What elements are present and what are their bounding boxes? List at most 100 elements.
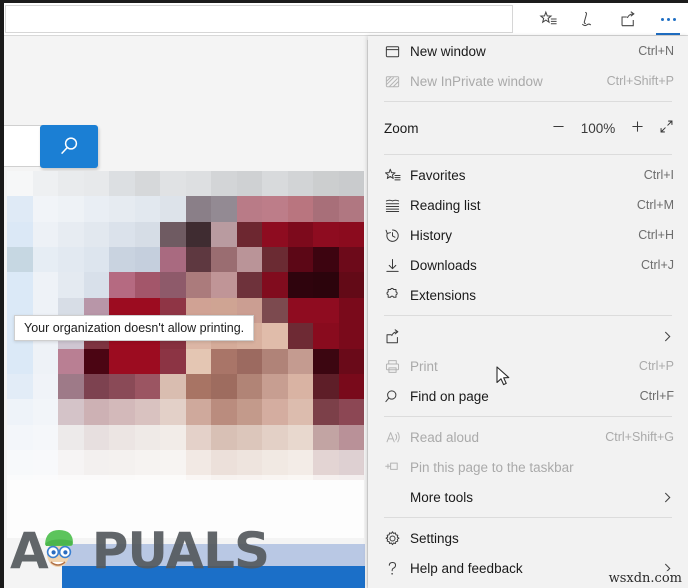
mosaic-tile — [134, 221, 160, 248]
mosaic-tile — [32, 196, 58, 222]
mosaic-tile — [134, 196, 160, 222]
print-disabled-tooltip: Your organization doesn't allow printing… — [14, 315, 255, 341]
mosaic-tile — [338, 348, 364, 374]
mosaic-tile — [109, 449, 135, 476]
mosaic-tile — [160, 373, 186, 400]
mosaic-tile — [313, 247, 339, 273]
mosaic-tile — [236, 424, 262, 450]
mosaic-tile — [185, 272, 211, 298]
downloads-arrow-icon — [386, 258, 399, 272]
history-clock-icon — [385, 229, 399, 242]
mosaic-tile — [185, 373, 211, 400]
mosaic-tile — [83, 171, 109, 197]
zoom-row: Zoom 100% — [368, 107, 688, 149]
menu-divider — [384, 416, 672, 417]
search-button[interactable] — [40, 125, 98, 168]
mosaic-tile — [109, 196, 135, 222]
mosaic-tile — [83, 424, 109, 450]
menu-item-pin-this-page-to-the-taskbar: Pin this page to the taskbar — [368, 452, 688, 482]
menu-item-label: Downloads — [410, 257, 477, 273]
reading-list-icon — [384, 197, 410, 214]
menu-item-history[interactable]: History Ctrl+H — [368, 220, 688, 250]
menu-item-extensions[interactable]: Extensions — [368, 280, 688, 310]
mosaic-tile — [287, 221, 313, 248]
mosaic-tile — [313, 399, 339, 425]
mosaic-tile — [160, 272, 186, 298]
mosaic-tile — [134, 247, 160, 273]
fullscreen-button[interactable] — [659, 119, 674, 137]
search-input[interactable] — [4, 125, 44, 167]
share-icon[interactable] — [608, 3, 648, 36]
menu-item-label: Favorites — [410, 167, 466, 183]
menu-item-find-on-page[interactable]: Find on page Ctrl+F — [368, 381, 688, 411]
mosaic-tile — [109, 272, 135, 298]
menu-item-share-icon[interactable] — [368, 321, 688, 351]
mosaic-tile — [211, 171, 237, 197]
mosaic-tile — [262, 424, 288, 450]
mosaic-tile — [313, 424, 339, 450]
mosaic-tile — [83, 348, 109, 374]
mosaic-tile — [211, 399, 237, 425]
menu-item-print: Print Ctrl+P — [368, 351, 688, 381]
menu-item-label: Reading list — [410, 197, 481, 213]
address-bar[interactable] — [5, 5, 513, 33]
mosaic-tile — [58, 373, 84, 400]
appuals-mascot-icon — [45, 530, 73, 567]
mosaic-tile — [32, 348, 58, 374]
menu-item-more-tools[interactable]: More tools — [368, 482, 688, 512]
mosaic-tile — [338, 449, 364, 476]
more-ellipsis-icon[interactable] — [648, 3, 688, 36]
mosaic-tile — [236, 348, 262, 374]
mosaic-tile — [83, 272, 109, 298]
mosaic-tile — [338, 424, 364, 450]
mosaic-tile — [32, 221, 58, 248]
read-aloud-icon — [384, 429, 410, 446]
menu-item-downloads[interactable]: Downloads Ctrl+J — [368, 250, 688, 280]
window-top-edge — [0, 0, 688, 3]
zoom-in-button[interactable] — [630, 119, 645, 137]
mosaic-tile — [287, 171, 313, 197]
plus-icon — [632, 121, 643, 132]
mosaic-tile — [211, 373, 237, 400]
mosaic-tile — [287, 348, 313, 374]
mosaic-tile — [287, 247, 313, 273]
mosaic-tile — [211, 196, 237, 222]
mosaic-tile — [338, 247, 364, 273]
help-question-icon — [388, 561, 397, 575]
mosaic-tile — [236, 196, 262, 222]
menu-item-shortcut: Ctrl+J — [641, 258, 674, 272]
zoom-out-button[interactable] — [551, 119, 566, 137]
mosaic-tile — [83, 247, 109, 273]
mosaic-tile — [262, 449, 288, 476]
mosaic-tile — [287, 424, 313, 450]
chevron-right-icon — [664, 331, 671, 341]
menu-item-label: More tools — [410, 489, 474, 505]
menu-item-favorites[interactable]: Favorites Ctrl+I — [368, 160, 688, 190]
mosaic-tile — [32, 272, 58, 298]
mosaic-tile — [160, 424, 186, 450]
pin-taskbar-icon — [385, 462, 398, 470]
zoom-level: 100% — [580, 120, 616, 136]
menu-item-reading-list[interactable]: Reading list Ctrl+M — [368, 190, 688, 220]
extensions-puzzle-icon — [384, 287, 410, 304]
browser-toolbar — [0, 3, 688, 36]
menu-item-label: Settings — [410, 530, 459, 546]
mosaic-tile — [83, 221, 109, 248]
find-magnifier-icon — [384, 388, 410, 405]
mosaic-tile — [134, 272, 160, 298]
menu-item-new-window[interactable]: New window Ctrl+N — [368, 36, 688, 66]
mosaic-tile — [262, 323, 288, 349]
mosaic-tile — [134, 171, 160, 197]
mosaic-tile — [109, 399, 135, 425]
notes-pen-icon[interactable] — [568, 3, 608, 36]
search-icon — [61, 136, 78, 154]
mosaic-tile — [7, 348, 33, 374]
mosaic-tile — [83, 449, 109, 476]
mosaic-tile — [109, 247, 135, 273]
mosaic-tile — [338, 221, 364, 248]
mosaic-tile — [262, 297, 288, 324]
menu-divider — [384, 517, 672, 518]
help-question-icon — [384, 560, 410, 577]
favorites-star-icon[interactable] — [528, 3, 568, 36]
menu-item-settings[interactable]: Settings — [368, 523, 688, 553]
